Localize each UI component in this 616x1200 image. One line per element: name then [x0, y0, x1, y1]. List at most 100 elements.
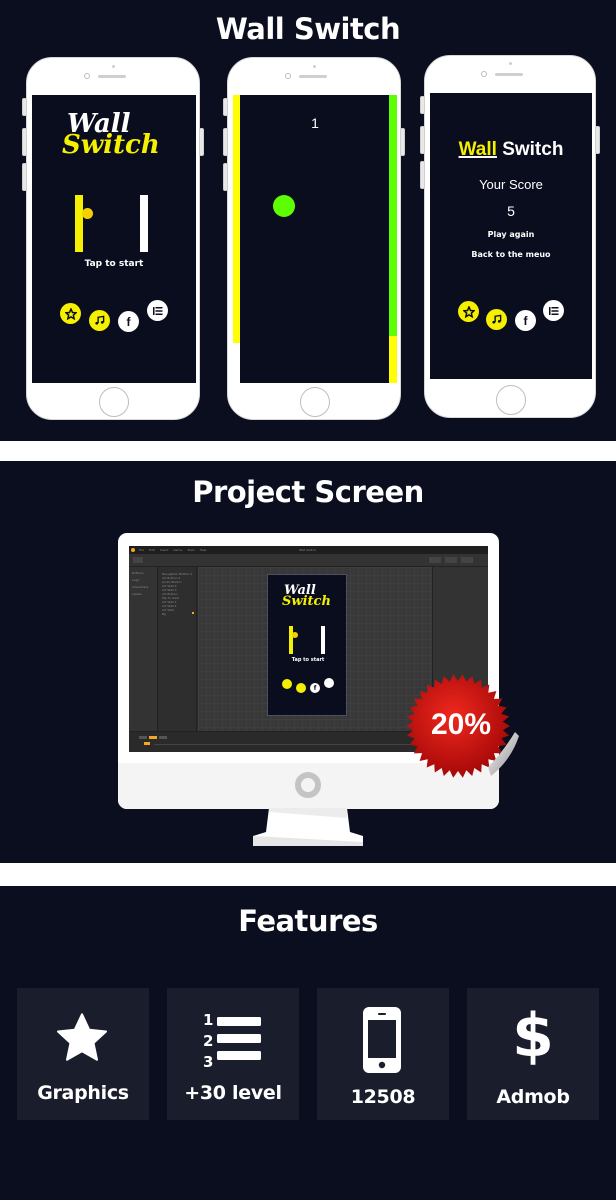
ball — [82, 208, 93, 219]
editor-toolbar — [129, 554, 488, 567]
side-button — [420, 96, 425, 114]
editor-left-panel: Buttons Logic Characters Labels — [129, 567, 158, 731]
home-button — [496, 385, 526, 415]
tap-to-start-label: Tap to start — [291, 657, 325, 663]
white-wall — [321, 626, 325, 654]
leaderboard-button — [324, 678, 334, 688]
menu-insert[interactable]: Insert — [160, 548, 169, 552]
star-icon — [462, 305, 475, 318]
badge-text: 20% — [431, 708, 491, 741]
music-note-icon — [95, 315, 105, 325]
final-score-value: 5 — [507, 203, 515, 219]
feature-label: Admob — [496, 1086, 570, 1108]
toolbar-button[interactable] — [429, 557, 441, 563]
tree-item[interactable]: Bg — [162, 612, 166, 616]
logo-word-switch: Switch — [502, 139, 564, 160]
feature-label: Graphics — [37, 1082, 129, 1104]
menu-game[interactable]: Game — [173, 548, 182, 552]
monitor-logo — [295, 772, 321, 798]
monitor-stand — [253, 808, 363, 846]
menu-tools[interactable]: Tools — [187, 548, 194, 552]
dollar-icon: $ — [512, 1001, 554, 1071]
facebook-button[interactable]: f — [118, 311, 139, 332]
sensor-dot — [509, 62, 512, 65]
timeline-button[interactable] — [159, 736, 167, 739]
gameplay-screen: 1 — [233, 95, 397, 383]
back-to-menu-button[interactable]: Back to the meuo — [430, 250, 592, 259]
home-button — [300, 387, 330, 417]
your-score-label: Your Score — [479, 177, 543, 192]
panel-labels[interactable]: Labels — [132, 592, 142, 596]
toolbar-button[interactable] — [461, 557, 473, 563]
logo-word-wall: Wall — [458, 139, 497, 160]
side-button — [420, 161, 425, 189]
panel-logic[interactable]: Logic — [132, 578, 140, 582]
white-wall — [140, 195, 148, 252]
ball — [273, 195, 295, 217]
right-wall-green — [389, 95, 397, 336]
feature-label: +30 level — [184, 1082, 282, 1104]
play-again-button[interactable]: Play again — [430, 230, 592, 239]
leaderboard-button[interactable] — [147, 300, 168, 321]
star-icon — [64, 307, 77, 320]
menu-file[interactable]: File — [139, 548, 144, 552]
canvas-preview-screen: Wall Switch Tap to start f — [267, 574, 347, 716]
showcase-section: Wall Switch Wall Switch Tap to start f 1… — [0, 0, 616, 441]
side-button — [22, 128, 27, 156]
menu-edit[interactable]: Edit — [149, 548, 155, 552]
facebook-button: f — [310, 683, 320, 693]
menu-screen: Wall Switch Tap to start f — [32, 95, 196, 383]
editor-scene-tree: Navigation Button 2 Art Button 2 Audio B… — [159, 567, 197, 731]
yellow-wall — [75, 195, 83, 252]
panel-characters[interactable]: Characters — [132, 585, 148, 589]
discount-badge: 20% — [406, 674, 519, 778]
side-button — [22, 163, 27, 191]
logo-switch: Switch — [62, 130, 160, 160]
toolbar-button[interactable] — [133, 557, 143, 563]
section-divider — [0, 863, 616, 886]
phone-menu-screen: Wall Switch Tap to start f — [22, 57, 204, 420]
facebook-icon: f — [313, 684, 317, 692]
score-counter: 1 — [311, 115, 319, 131]
facebook-button[interactable]: f — [515, 310, 536, 331]
speaker-grille — [495, 73, 523, 76]
music-button[interactable] — [486, 309, 507, 330]
editor-canvas[interactable]: Wall Switch Tap to start f — [198, 567, 432, 731]
timeline-marker[interactable] — [144, 742, 150, 745]
logo-switch: Switch — [282, 594, 331, 609]
gameover-logo: Wall Switch — [430, 139, 592, 161]
showcase-title: Wall Switch — [215, 12, 401, 46]
gameover-screen: Wall Switch Your Score 5 Play again Back… — [430, 93, 592, 379]
lock-icon[interactable] — [192, 612, 194, 614]
editor-menu-items: File Edit Insert Game Tools Help — [139, 548, 206, 552]
feature-label: 12508 — [350, 1086, 416, 1108]
speaker-grille — [299, 75, 327, 78]
toolbar-button[interactable] — [445, 557, 457, 563]
feature-card-admob: $ Admob — [467, 988, 599, 1120]
star-icon — [57, 1013, 107, 1061]
smartphone-icon — [363, 1007, 401, 1073]
facebook-icon: f — [523, 313, 528, 328]
side-button — [420, 126, 425, 154]
panel-buttons[interactable]: Buttons — [132, 571, 144, 575]
timeline-button-active[interactable] — [149, 736, 157, 739]
leaderboard-list-icon — [152, 306, 162, 315]
speaker-grille — [98, 75, 126, 78]
yellow-wall — [289, 626, 293, 654]
leaderboard-button[interactable] — [543, 300, 564, 321]
tap-to-start-label: Tap to start — [84, 259, 144, 269]
svg-text:1: 1 — [203, 1011, 213, 1029]
ball — [292, 632, 298, 638]
sensor-dot — [112, 65, 115, 68]
menu-help[interactable]: Help — [200, 548, 207, 552]
side-button — [199, 128, 204, 156]
project-title: Project Screen — [192, 475, 424, 509]
music-button[interactable] — [89, 310, 110, 331]
rate-button[interactable] — [60, 303, 81, 324]
side-button — [400, 128, 405, 156]
front-camera — [84, 73, 90, 79]
rate-button[interactable] — [458, 301, 479, 322]
timeline-button[interactable] — [139, 736, 147, 739]
front-camera — [481, 71, 487, 77]
left-wall — [233, 95, 240, 343]
